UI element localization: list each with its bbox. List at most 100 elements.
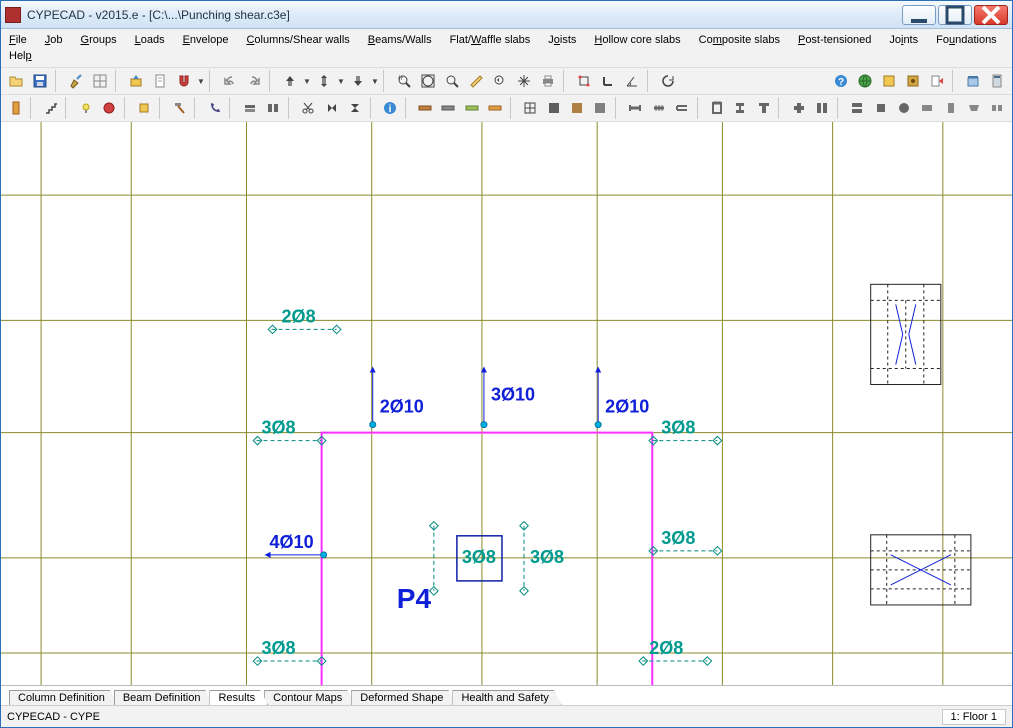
tab-column-definition[interactable]: Column Definition (9, 690, 118, 705)
flip-v-icon[interactable] (321, 97, 342, 119)
section3-icon[interactable] (753, 97, 774, 119)
menu-flat[interactable]: Flat/Waffle slabs (448, 32, 533, 48)
beam1-icon[interactable] (415, 97, 436, 119)
magnet-icon[interactable] (173, 70, 195, 92)
tab-contour-maps[interactable]: Contour Maps (264, 690, 355, 705)
tool-a-icon[interactable] (99, 97, 120, 119)
info-icon[interactable]: i (379, 97, 400, 119)
menu-groups[interactable]: Groups (79, 32, 119, 48)
tab-deformed-shape[interactable]: Deformed Shape (351, 690, 456, 705)
ortho-on-icon[interactable] (597, 70, 619, 92)
menu-beams[interactable]: Beams/Walls (366, 32, 434, 48)
redraw-icon[interactable] (465, 70, 487, 92)
print-icon[interactable] (537, 70, 559, 92)
section2-icon[interactable] (730, 97, 751, 119)
rebar2-icon[interactable] (648, 97, 669, 119)
section7-icon[interactable] (870, 97, 891, 119)
phone-icon[interactable] (204, 97, 225, 119)
angle-icon[interactable] (621, 70, 643, 92)
menu-columns[interactable]: Columns/Shear walls (244, 32, 351, 48)
main-window: CYPECAD - v2015.e - [C:\...\Punching she… (0, 0, 1013, 728)
reinforcement-marker: 2Ø10 (595, 366, 649, 427)
rebar3-icon[interactable] (671, 97, 692, 119)
pattern1-icon[interactable] (520, 97, 541, 119)
globe-icon[interactable] (854, 70, 876, 92)
level-up-icon[interactable] (125, 70, 147, 92)
tool-b-icon[interactable] (134, 97, 155, 119)
config2-icon[interactable] (902, 70, 924, 92)
close-button[interactable] (974, 5, 1008, 25)
section10-icon[interactable] (940, 97, 961, 119)
save-icon[interactable] (29, 70, 51, 92)
menu-joints[interactable]: Joints (887, 32, 920, 48)
orthogonal-icon[interactable] (573, 70, 595, 92)
floor-up-dropdown[interactable]: ▼ (303, 70, 311, 92)
grid-icon[interactable] (89, 70, 111, 92)
section9-icon[interactable] (917, 97, 938, 119)
zoom-prev-icon[interactable] (489, 70, 511, 92)
menu-job[interactable]: Job (43, 32, 65, 48)
section1-icon[interactable] (706, 97, 727, 119)
section11-icon[interactable] (963, 97, 984, 119)
light-icon[interactable] (75, 97, 96, 119)
beam4-icon[interactable] (484, 97, 505, 119)
section4-icon[interactable] (788, 97, 809, 119)
tab-beam-definition[interactable]: Beam Definition (114, 690, 214, 705)
floor-up-icon[interactable] (279, 70, 301, 92)
flip-h-icon[interactable] (344, 97, 365, 119)
zoom-icon[interactable] (441, 70, 463, 92)
section6-icon[interactable] (847, 97, 868, 119)
hammer-icon[interactable] (169, 97, 190, 119)
menu-foundations[interactable]: Foundations (934, 32, 999, 48)
config1-icon[interactable] (878, 70, 900, 92)
magnet-dropdown[interactable]: ▼ (197, 70, 205, 92)
refresh-icon[interactable] (657, 70, 679, 92)
menu-help[interactable]: Help (7, 48, 34, 64)
status-floor: 1: Floor 1 (942, 709, 1006, 725)
floor-both-icon[interactable] (313, 70, 335, 92)
tab-results[interactable]: Results (209, 690, 268, 705)
floor-both-dropdown[interactable]: ▼ (337, 70, 345, 92)
floor-down-dropdown[interactable]: ▼ (371, 70, 379, 92)
reinforcement-marker: 4Ø10 (265, 532, 327, 558)
menu-post[interactable]: Post-tensioned (796, 32, 873, 48)
layers1-icon[interactable] (239, 97, 260, 119)
pattern2-icon[interactable] (543, 97, 564, 119)
full-window-icon[interactable] (417, 70, 439, 92)
export-icon[interactable] (926, 70, 948, 92)
drawing-canvas[interactable]: 2Ø8 2Ø10 3Ø10 2Ø10 (1, 122, 1012, 685)
column-icon[interactable] (5, 97, 26, 119)
pan-icon[interactable] (513, 70, 535, 92)
beam2-icon[interactable] (438, 97, 459, 119)
maximize-button[interactable] (938, 5, 972, 25)
zoom-window-icon[interactable] (393, 70, 415, 92)
redo-icon[interactable] (243, 70, 265, 92)
menu-hollow[interactable]: Hollow core slabs (592, 32, 682, 48)
scissors-icon[interactable] (298, 97, 319, 119)
menu-loads[interactable]: Loads (133, 32, 167, 48)
section5-icon[interactable] (812, 97, 833, 119)
menu-composite[interactable]: Composite slabs (697, 32, 782, 48)
open-icon[interactable] (5, 70, 27, 92)
section12-icon[interactable] (987, 97, 1008, 119)
settings-icon[interactable] (962, 70, 984, 92)
section8-icon[interactable] (893, 97, 914, 119)
beam3-icon[interactable] (461, 97, 482, 119)
menu-joists[interactable]: Joists (546, 32, 578, 48)
menu-envelope[interactable]: Envelope (181, 32, 231, 48)
menu-file[interactable]: File (7, 32, 29, 48)
calculator-icon[interactable] (986, 70, 1008, 92)
new-doc-icon[interactable] (149, 70, 171, 92)
minimize-button[interactable] (902, 5, 936, 25)
floor-down-icon[interactable] (347, 70, 369, 92)
rebar1-icon[interactable] (625, 97, 646, 119)
layers2-icon[interactable] (262, 97, 283, 119)
pattern4-icon[interactable] (590, 97, 611, 119)
brush-icon[interactable] (65, 70, 87, 92)
pattern3-icon[interactable] (566, 97, 587, 119)
column-label: P4 (397, 583, 432, 614)
help-icon[interactable]: ? (830, 70, 852, 92)
tab-health-safety[interactable]: Health and Safety (452, 690, 561, 705)
undo-icon[interactable] (219, 70, 241, 92)
stairs-icon[interactable] (40, 97, 61, 119)
